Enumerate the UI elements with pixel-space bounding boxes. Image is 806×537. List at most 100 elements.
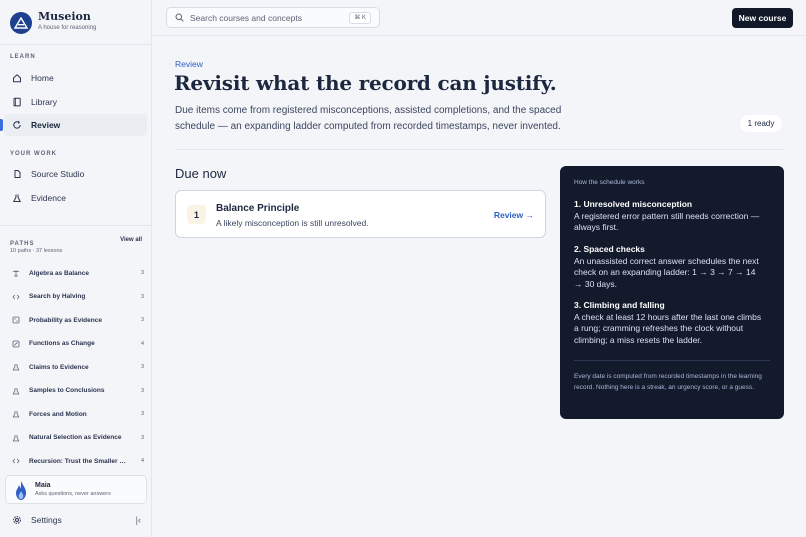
path-item[interactable]: Samples to Conclusions 3 <box>12 384 144 398</box>
search-placeholder: Search courses and concepts <box>190 12 302 23</box>
due-item-card[interactable]: 1 Balance Principle A likely misconcepti… <box>175 190 546 238</box>
flask-icon <box>12 387 20 395</box>
sidebar-item-evidence[interactable]: Evidence <box>4 187 147 209</box>
path-label: Claims to Evidence <box>29 363 89 371</box>
ready-count-badge: 1 ready <box>740 115 782 132</box>
page-title: Revisit what the record can justify. <box>174 71 557 95</box>
path-lesson-count: 3 <box>140 364 144 370</box>
your-work-section-label: YOUR WORK <box>10 151 57 157</box>
brand[interactable]: Museion A house for reasoning <box>10 10 150 36</box>
path-item[interactable]: Functions as Change 4 <box>12 337 144 351</box>
path-label: Search by Halving <box>29 293 86 300</box>
step-title: 1. Unresolved misconception <box>574 199 693 209</box>
due-now-heading: Due now <box>175 166 227 181</box>
path-lesson-count: 3 <box>140 293 144 300</box>
evidence-icon <box>12 193 22 203</box>
dice-icon <box>12 316 20 324</box>
sidebar-item-library[interactable]: Library <box>4 91 147 113</box>
sidebar-item-label: Review <box>31 120 61 130</box>
path-item[interactable]: Algebra as Balance 3 <box>12 266 144 280</box>
museion-logo-icon <box>10 12 32 34</box>
step-title: 3. Climbing and falling <box>574 300 665 310</box>
path-lesson-count: 3 <box>140 387 144 394</box>
collapse-sidebar-icon[interactable]: |‹ <box>136 515 141 525</box>
path-lesson-count: 3 <box>140 434 144 441</box>
sidebar-item-source-studio[interactable]: Source Studio <box>4 163 147 185</box>
gear-icon <box>12 515 22 525</box>
chart-icon <box>12 340 20 348</box>
path-label: Forces and Motion <box>29 410 87 418</box>
settings-label: Settings <box>31 515 62 525</box>
sidebar-item-label: Library <box>31 97 57 107</box>
home-icon <box>12 73 22 83</box>
divider <box>175 149 784 150</box>
path-label: Functions as Change <box>29 340 95 347</box>
explainer-footnote: Every date is computed from recorded tim… <box>574 373 762 391</box>
sidebar-item-review[interactable]: Review <box>4 114 147 136</box>
path-lesson-count: 3 <box>140 411 144 417</box>
paths-summary: 10 paths · 37 lessons <box>10 248 63 254</box>
explainer-step: 2. Spaced checks An unassisted correct a… <box>574 244 766 290</box>
flame-icon <box>14 480 28 501</box>
scale-icon <box>12 269 20 277</box>
explainer-heading: How the schedule works <box>574 179 645 186</box>
path-label: Probability as Evidence <box>29 316 102 324</box>
path-item[interactable]: Recursion: Trust the Smaller Case 4 <box>12 454 144 468</box>
new-course-button[interactable]: New course <box>732 8 793 28</box>
step-body: An unassisted correct answer schedules t… <box>574 255 759 289</box>
step-body: A check at least 12 hours after the last… <box>574 311 762 345</box>
explainer-step: 1. Unresolved misconception A registered… <box>574 199 766 234</box>
search-input[interactable]: Search courses and concepts ⌘ K <box>166 7 380 28</box>
sidebar-item-home[interactable]: Home <box>4 67 147 89</box>
sidebar: Museion A house for reasoning LEARN Home… <box>0 0 152 537</box>
search-icon <box>175 13 184 22</box>
divider <box>574 360 770 361</box>
path-lesson-count: 3 <box>140 317 144 323</box>
page-description: Due items come from registered misconcep… <box>175 105 562 132</box>
due-item-title: Balance Principle <box>216 203 300 214</box>
sidebar-item-label: Source Studio <box>31 169 85 179</box>
flask-icon <box>12 410 20 418</box>
maia-assistant-card[interactable]: Maia Asks questions, never answers <box>5 475 147 504</box>
step-title: 2. Spaced checks <box>574 244 645 254</box>
path-item[interactable]: Claims to Evidence 3 <box>12 360 144 374</box>
brand-tagline: A house for reasoning <box>38 25 97 31</box>
step-body: A registered error pattern still needs c… <box>574 210 760 233</box>
sidebar-item-label: Evidence <box>31 193 66 203</box>
book-icon <box>12 97 22 107</box>
assistant-name: Maia <box>35 482 51 489</box>
flask-icon <box>12 434 20 442</box>
search-shortcut: ⌘ K <box>349 12 371 24</box>
studio-icon <box>12 169 22 179</box>
path-label: Samples to Conclusions <box>29 387 105 394</box>
path-lesson-count: 3 <box>140 270 144 276</box>
path-lesson-count: 4 <box>140 340 144 347</box>
brand-name: Museion <box>38 10 91 23</box>
path-item[interactable]: Search by Halving 3 <box>12 290 144 304</box>
learn-section-label: LEARN <box>10 54 36 60</box>
topbar: Search courses and concepts ⌘ K New cour… <box>152 0 806 36</box>
sidebar-item-label: Home <box>31 73 54 83</box>
active-indicator <box>0 119 3 131</box>
page-eyebrow: Review <box>175 59 203 69</box>
due-item-number: 1 <box>187 205 206 224</box>
path-label: Algebra as Balance <box>29 269 89 277</box>
review-icon <box>12 120 22 130</box>
paths-header: PATHS View all <box>10 237 142 247</box>
path-label: Natural Selection as Evidence <box>29 434 122 441</box>
explainer-step: 3. Climbing and falling A check at least… <box>574 300 766 346</box>
path-lesson-count: 4 <box>140 458 144 464</box>
divider <box>0 225 151 226</box>
assistant-subtitle: Asks questions, never answers <box>35 491 111 497</box>
review-link[interactable]: Review → <box>494 210 534 220</box>
schedule-explainer-panel: How the schedule works 1. Unresolved mis… <box>560 166 784 419</box>
settings-button[interactable]: Settings |‹ <box>4 510 147 530</box>
code-icon <box>12 457 20 465</box>
view-all-link[interactable]: View all <box>120 237 142 243</box>
paths-section-label: PATHS <box>10 241 35 247</box>
path-item[interactable]: Natural Selection as Evidence 3 <box>12 431 144 445</box>
divider <box>0 44 151 45</box>
path-item[interactable]: Probability as Evidence 3 <box>12 313 144 327</box>
path-item[interactable]: Forces and Motion 3 <box>12 407 144 421</box>
code-icon <box>12 293 20 301</box>
